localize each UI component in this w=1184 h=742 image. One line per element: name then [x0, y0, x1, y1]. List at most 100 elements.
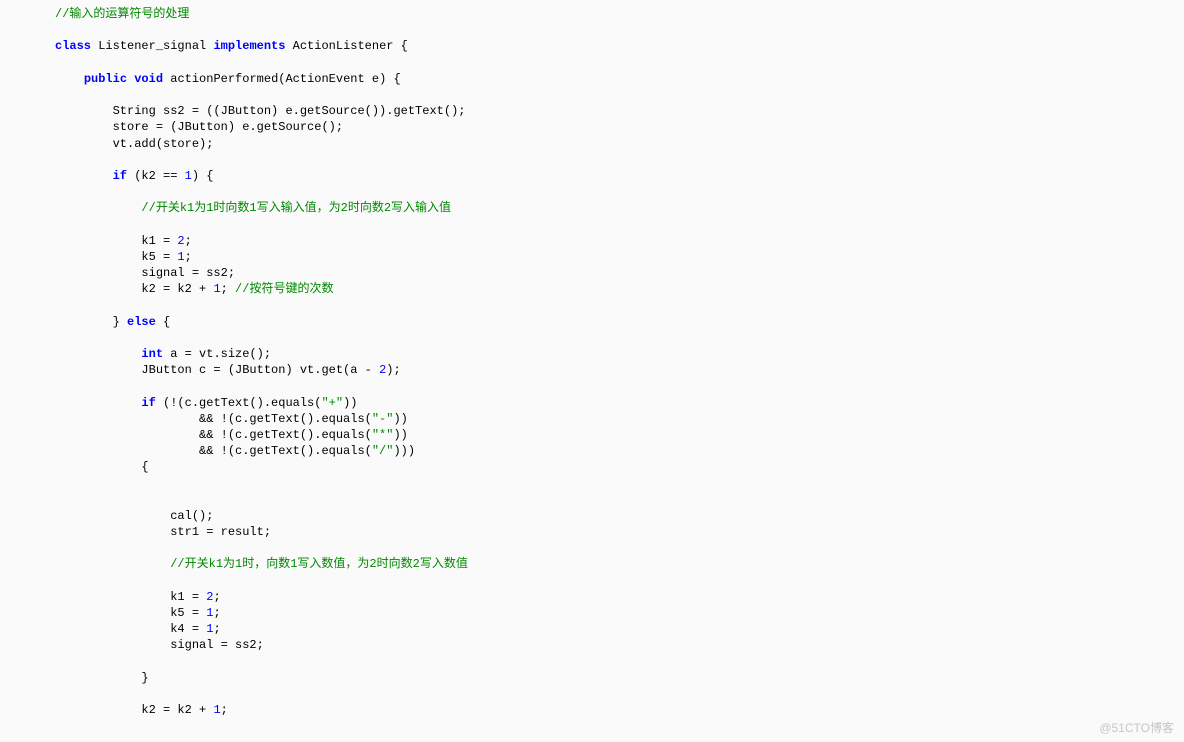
code-line: JButton c = (JButton) vt.get(a - 2); [55, 362, 1184, 378]
code-line: signal = ss2; [55, 265, 1184, 281]
code-token: ) { [192, 169, 214, 183]
code-line: class Listener_signal implements ActionL… [55, 38, 1184, 54]
code-line: if (k2 == 1) { [55, 168, 1184, 184]
code-token: vt.add(store); [55, 137, 213, 151]
code-line [55, 184, 1184, 200]
code-token: k5 = [55, 606, 206, 620]
code-token-keyword: public [84, 72, 127, 86]
code-token: { [156, 315, 170, 329]
code-token: )) [343, 396, 357, 410]
code-line: //开关k1为1时，向数1写入数值，为2时向数2写入数值 [55, 556, 1184, 572]
code-line [55, 216, 1184, 232]
code-line [55, 475, 1184, 491]
code-line: //开关k1为1时向数1写入输入值，为2时向数2写入输入值 [55, 200, 1184, 216]
code-token: ; [221, 703, 228, 717]
code-line: if (!(c.getText().equals("+")) [55, 395, 1184, 411]
code-token: k5 = [55, 250, 177, 264]
code-line: k2 = k2 + 1; [55, 702, 1184, 718]
code-line [55, 654, 1184, 670]
code-token-keyword: int [141, 347, 163, 361]
code-token [55, 72, 84, 86]
code-token-keyword: if [141, 396, 155, 410]
code-token-keyword: void [134, 72, 163, 86]
code-token [55, 169, 113, 183]
code-line [55, 573, 1184, 589]
code-token: (k2 == [127, 169, 185, 183]
code-token-string: "+" [321, 396, 343, 410]
code-token [55, 347, 141, 361]
code-token: actionPerformed(ActionEvent e) { [163, 72, 401, 86]
code-token-string: "-" [372, 412, 394, 426]
code-line: k4 = 1; [55, 621, 1184, 637]
code-token-comment: //输入的运算符号的处理 [55, 7, 189, 21]
code-token [55, 396, 141, 410]
code-token-number: 1 [177, 250, 184, 264]
code-line: store = (JButton) e.getSource(); [55, 119, 1184, 135]
code-line: public void actionPerformed(ActionEvent … [55, 71, 1184, 87]
code-line: && !(c.getText().equals("-")) [55, 411, 1184, 427]
code-token-comment: //开关k1为1时向数1写入输入值，为2时向数2写入输入值 [141, 201, 451, 215]
code-line: int a = vt.size(); [55, 346, 1184, 362]
code-line: str1 = result; [55, 524, 1184, 540]
code-line [55, 152, 1184, 168]
code-token-comment: //开关k1为1时，向数1写入数值，为2时向数2写入数值 [170, 557, 468, 571]
code-token: k2 = k2 + [55, 282, 213, 296]
code-token: Listener_signal [91, 39, 213, 53]
code-line: } [55, 670, 1184, 686]
code-token: ; [213, 606, 220, 620]
code-token [55, 557, 170, 571]
code-line: && !(c.getText().equals("*")) [55, 427, 1184, 443]
code-token-string: "*" [372, 428, 394, 442]
code-token-keyword: class [55, 39, 91, 53]
code-token [55, 201, 141, 215]
code-token-number: 1 [213, 282, 220, 296]
code-token: String ss2 = ((JButton) e.getSource()).g… [55, 104, 465, 118]
code-token-number: 1 [213, 703, 220, 717]
code-token: JButton c = (JButton) vt.get(a - [55, 363, 379, 377]
code-line [55, 55, 1184, 71]
code-line [55, 297, 1184, 313]
code-token: } [55, 671, 149, 685]
code-token: )) [393, 412, 407, 426]
code-token: a = vt.size(); [163, 347, 271, 361]
code-line: signal = ss2; [55, 637, 1184, 653]
code-token: && !(c.getText().equals( [55, 428, 372, 442]
code-token: ; [213, 622, 220, 636]
code-line: k1 = 2; [55, 589, 1184, 605]
code-token: ; [185, 234, 192, 248]
code-token: )) [393, 428, 407, 442]
code-token: signal = ss2; [55, 638, 264, 652]
code-token: k4 = [55, 622, 206, 636]
code-line [55, 330, 1184, 346]
code-token-comment: //按符号键的次数 [235, 282, 333, 296]
code-token: && !(c.getText().equals( [55, 444, 372, 458]
code-line [55, 378, 1184, 394]
code-token-number: 2 [177, 234, 184, 248]
code-line: k5 = 1; [55, 605, 1184, 621]
code-line: k2 = k2 + 1; //按符号键的次数 [55, 281, 1184, 297]
code-line: cal(); [55, 508, 1184, 524]
code-token: k1 = [55, 234, 177, 248]
code-line: //输入的运算符号的处理 [55, 6, 1184, 22]
code-line: String ss2 = ((JButton) e.getSource()).g… [55, 103, 1184, 119]
code-line [55, 22, 1184, 38]
code-token: str1 = result; [55, 525, 271, 539]
code-line [55, 87, 1184, 103]
code-token-number: 1 [185, 169, 192, 183]
code-line: && !(c.getText().equals("/"))) [55, 443, 1184, 459]
code-token: ); [386, 363, 400, 377]
code-line [55, 540, 1184, 556]
code-line: { [55, 459, 1184, 475]
code-line: vt.add(store); [55, 136, 1184, 152]
code-token: store = (JButton) e.getSource(); [55, 120, 343, 134]
code-token: ; [185, 250, 192, 264]
code-token: && !(c.getText().equals( [55, 412, 372, 426]
code-line: k1 = 2; [55, 233, 1184, 249]
code-token: cal(); [55, 509, 213, 523]
code-token: { [55, 460, 149, 474]
code-line: } else { [55, 314, 1184, 330]
code-line [55, 686, 1184, 702]
code-token-keyword: if [113, 169, 127, 183]
code-token: } [55, 315, 127, 329]
code-token: ; [221, 282, 235, 296]
